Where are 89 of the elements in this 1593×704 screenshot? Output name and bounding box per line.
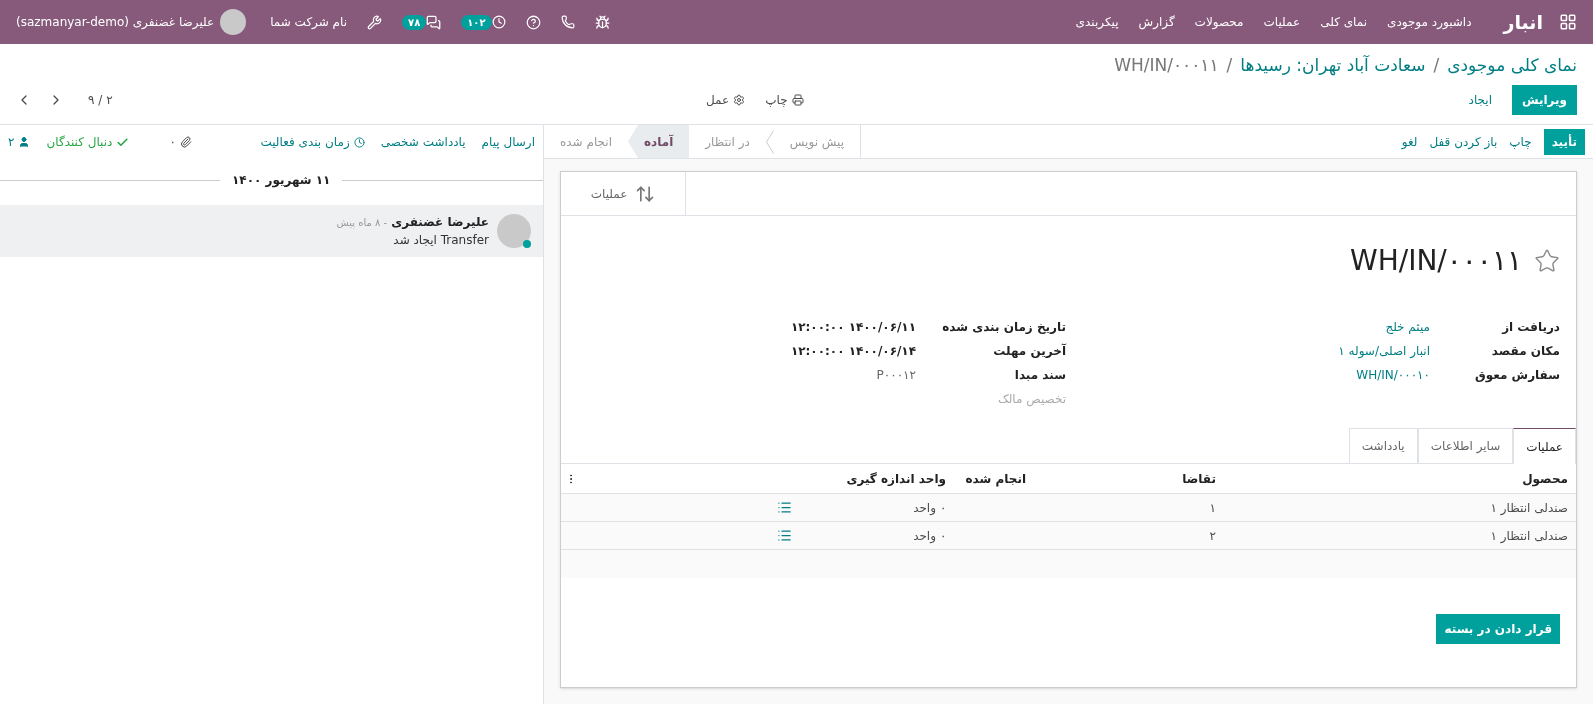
notebook-tab[interactable]: سایر اطلاعات [1417,428,1514,463]
menu-item[interactable]: پیکربندی [1075,13,1119,31]
breadcrumb-separator: / [1226,54,1233,78]
status-action-button[interactable]: چاپ [1509,132,1532,151]
column-header[interactable]: تقاضا [1026,469,1216,488]
breadcrumb-link[interactable]: نمای کلی موجودی [1447,53,1577,79]
table-cell-text: واحد [912,527,936,545]
field-label: آخرین مهلت [992,342,1066,360]
user-menu[interactable]: علیرضا غضنفری (sazmanyar-demo) [16,13,215,31]
company-switcher[interactable]: نام شرکت شما [270,13,348,31]
debug-icon[interactable] [594,14,610,30]
edit-button[interactable]: ویرایش [1512,85,1577,115]
app-title: انبار [1503,9,1543,36]
menu-item[interactable]: نمای کلی [1320,13,1367,31]
menu-item[interactable]: محصولات [1194,13,1244,31]
tools-icon[interactable] [367,14,383,30]
user-avatar [220,9,247,35]
chatter-action-button[interactable]: یادداشت شخصی [380,133,466,151]
printer-icon [791,94,804,106]
status-action-button[interactable]: لغو [1401,132,1418,151]
table-cell-text: واحد [912,499,936,517]
favorite-star-icon[interactable] [1534,248,1560,274]
action-menu-button[interactable]: عمل [706,91,746,109]
column-header[interactable]: واحد اندازه گیری [816,469,946,488]
phone-icon[interactable] [560,15,575,29]
notebook-tab[interactable]: عملیات [1513,428,1576,464]
chatter-action-button[interactable]: ارسال پیام [481,133,535,151]
field-label: سند مبدا [1013,367,1066,384]
field-value: P۰۰۰۱۲ [875,367,916,384]
gear-icon [733,94,746,106]
breadcrumb-link[interactable]: سعادت آباد تهران: رسیدها [1240,53,1426,79]
table-cell-text: صندلی انتظار ۱ [1489,527,1569,545]
table-cell-text: ۱ [1208,499,1216,517]
field-value: ۱۴۰۰/۰۶/۱۴ ۱۲:۰۰:۰۰ [789,343,916,360]
status-stage[interactable]: انجام شده [544,125,628,158]
status-stage[interactable]: آماده [627,125,690,158]
table-cell-text: ۰ [939,499,948,517]
field-label: تاریخ زمان بندی شده [941,319,1066,336]
record-title: WH/IN/۰۰۰۱۱ [1350,243,1522,279]
pager-value: ۲ / ۹ [88,92,113,109]
detail-list-icon[interactable] [777,500,792,515]
field-label: تخصیص مالک [996,391,1066,408]
detail-list-icon[interactable] [777,528,792,543]
menu-item[interactable]: گزارش [1138,13,1175,31]
message-author: علیرضا غضنفری [391,214,489,231]
clock-icon [353,136,365,148]
activity-count-badge: ۱۰۲ [461,14,492,30]
apps-menu-icon[interactable] [1559,13,1577,31]
field-label: دریافت از [1500,319,1560,336]
status-stage[interactable]: در انتظار [689,125,766,158]
chatter-action-button[interactable]: زمان بندی فعالیت [260,133,365,151]
print-menu-button[interactable]: چاپ [765,91,804,109]
field-link[interactable]: انبار اصلی/سوله ۱ [1090,342,1430,360]
status-stage[interactable]: پیش نویس [773,125,861,158]
messages-icon[interactable] [426,14,442,30]
follow-button[interactable]: دنبال کنندگان [46,133,130,151]
followers-button[interactable]: ۲ [8,133,31,151]
date-separator: ۱۱ شهریور ۱۴۰۰ [231,172,332,189]
stage-chevron-icon [765,129,774,154]
field-value: ۱۴۰۰/۰۶/۱۱ ۱۲:۰۰:۰۰ [789,319,916,336]
field-label: مکان مقصد [1490,343,1560,360]
menu-item[interactable]: عملیات [1263,13,1301,31]
put-in-pack-button[interactable]: قرار دادن در بسته [1436,614,1560,644]
table-cell-text: ۲ [1208,527,1216,545]
message-body: Transfer ایجاد شد [392,232,489,249]
breadcrumb-separator: / [1433,54,1440,78]
column-header[interactable]: محصول [1216,469,1576,488]
help-icon[interactable] [525,14,541,30]
table-cell-text: ۰ [939,527,948,545]
menu-item[interactable]: داشبورد موجودی [1387,13,1472,31]
check-icon [116,135,130,149]
activity-icon[interactable] [491,15,506,29]
operations-smart-button[interactable]: عملیات [561,172,686,215]
author-avatar [497,214,531,248]
message-time: - ۸ ماه پیش [336,215,388,230]
page-title: WH/IN/۰۰۰۱۱ [1114,54,1219,78]
user-icon [18,136,31,148]
paperclip-icon [179,136,192,148]
field-label: سفارش معوق [1473,367,1560,384]
status-action-button[interactable]: تأیید [1543,128,1585,155]
status-action-button[interactable]: باز کردن قفل [1429,132,1498,151]
column-header[interactable]: انجام شده [946,469,1026,488]
attachments-button[interactable]: ۰ [169,133,192,151]
field-link[interactable]: WH/IN/۰۰۰۱۰ [1090,366,1430,384]
table-cell-text: صندلی انتظار ۱ [1489,499,1569,517]
notebook-tab[interactable]: یادداشت [1348,428,1418,463]
create-button[interactable]: ایجاد [1460,85,1500,115]
message-count-badge: ۷۸ [402,14,427,30]
field-link[interactable]: میثم خلج [1090,318,1430,336]
